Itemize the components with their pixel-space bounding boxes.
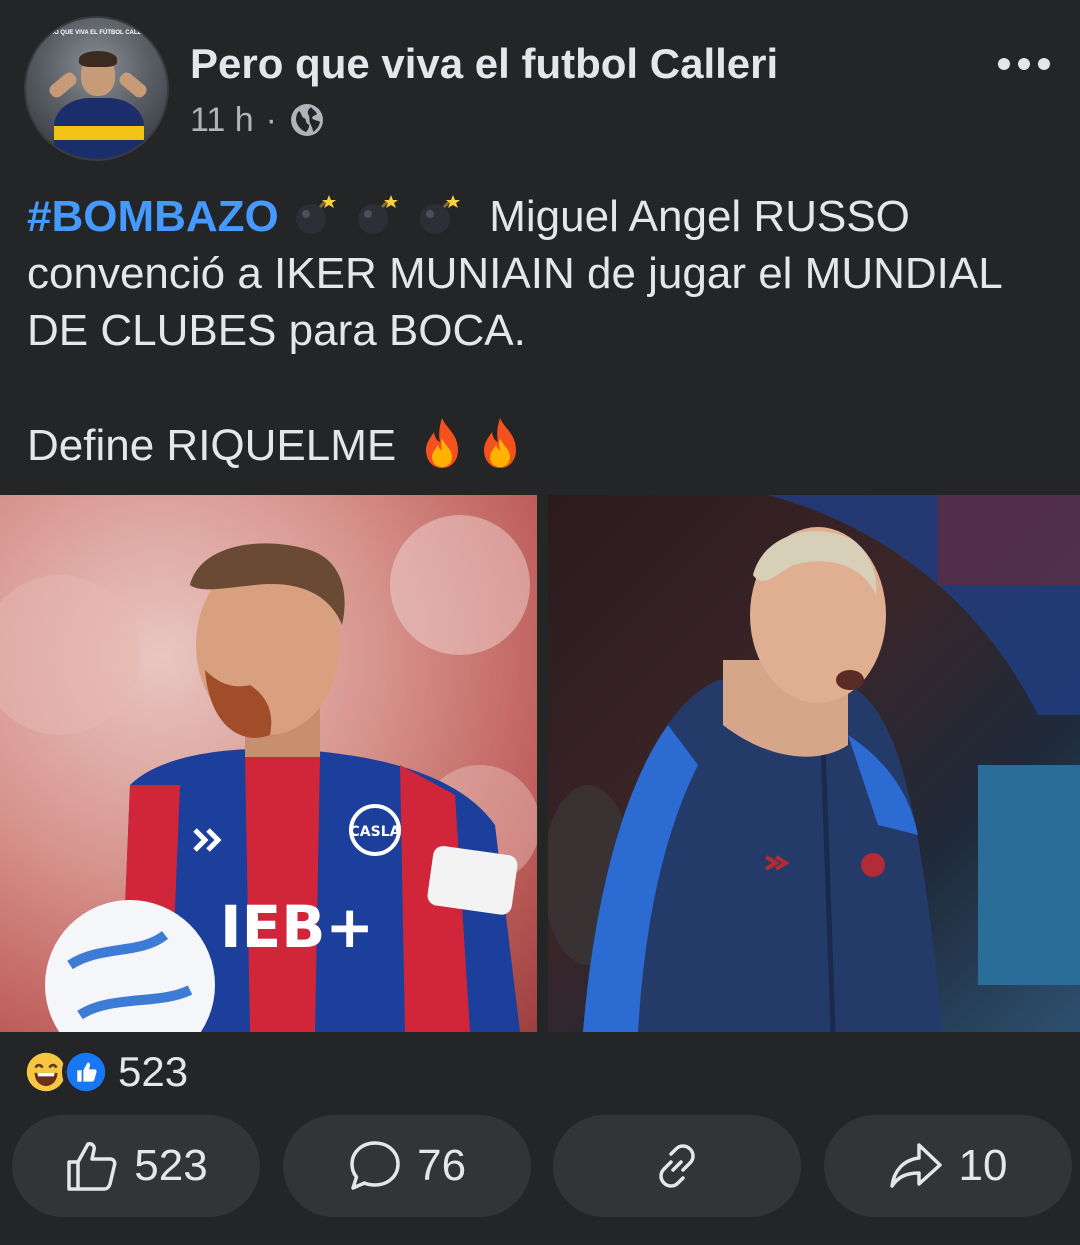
post-header: PERO QUE VIVA EL FÚTBOL CALLERI Pero que… — [0, 0, 1080, 175]
fire-emoji — [484, 418, 517, 468]
post-text-body: convenció a IKER MUNIAIN de jugar el MUN… — [27, 249, 1002, 355]
like-reaction-icon — [62, 1048, 110, 1096]
coach-photo — [548, 495, 1080, 1032]
meta-separator: · — [265, 100, 277, 139]
reactions-summary[interactable]: 523 — [22, 1047, 188, 1097]
comment-icon — [350, 1141, 400, 1190]
reaction-count: 523 — [118, 1048, 189, 1095]
bomb-emoji — [420, 195, 461, 234]
like-button[interactable]: 523 — [12, 1115, 260, 1217]
share-count: 10 — [958, 1141, 1008, 1190]
post-text-closing: Define RIQUELME — [27, 421, 397, 470]
more-icon-dot — [1018, 58, 1030, 70]
share-button[interactable]: 10 — [823, 1115, 1072, 1217]
like-count: 523 — [134, 1141, 208, 1190]
bomb-emoji — [358, 195, 399, 234]
post-text: #BOMBAZO Miguel Angel RUSSO convenció a … — [27, 188, 1067, 474]
hashtag-link[interactable]: #BOMBAZO — [27, 192, 279, 241]
post-photo-left[interactable]: CASLA IEB+ — [0, 495, 537, 1032]
fire-emoji — [426, 418, 459, 468]
comment-count: 76 — [417, 1141, 467, 1190]
jersey-crest-text: CASLA — [350, 824, 401, 840]
comment-button[interactable]: 76 — [282, 1115, 531, 1217]
post-time[interactable]: 11 h — [190, 101, 254, 140]
post-photo-right[interactable] — [548, 495, 1080, 1032]
jersey-sponsor-text: IEB+ — [220, 893, 374, 961]
page-avatar[interactable]: PERO QUE VIVA EL FÚTBOL CALLERI — [24, 16, 169, 161]
more-icon-dot — [998, 58, 1010, 70]
thumbs-up-icon — [67, 1142, 117, 1191]
globe-icon — [290, 104, 323, 136]
post-text-lead: Miguel Angel RUSSO — [489, 192, 910, 241]
post-meta: 11 h · — [190, 100, 325, 140]
page-name-link[interactable]: Pero que viva el futbol Calleri — [190, 40, 778, 88]
more-options-button[interactable] — [998, 50, 1050, 78]
link-icon — [659, 1144, 696, 1188]
more-icon-dot — [1038, 58, 1050, 70]
post-actions: 523 76 10 — [12, 1115, 1072, 1217]
bomb-emoji — [296, 195, 337, 234]
player-photo: CASLA IEB+ — [0, 515, 537, 1032]
avatar-banner-text: PERO QUE VIVA EL FÚTBOL CALLERI — [41, 30, 152, 36]
copy-link-button[interactable] — [553, 1115, 802, 1217]
share-arrow-icon — [890, 1143, 943, 1188]
